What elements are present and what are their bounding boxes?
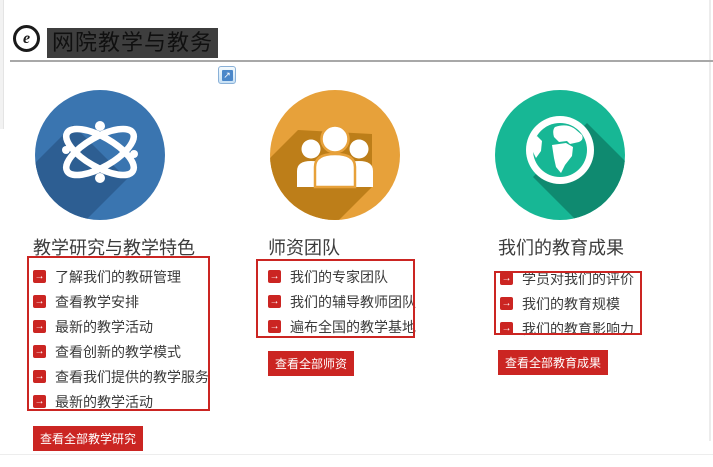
- external-link-arrow-icon: ↗: [221, 69, 233, 81]
- view-all-education-results-button[interactable]: 查看全部教育成果: [498, 350, 609, 375]
- list-item[interactable]: → 遍布全国的教学基地: [268, 314, 416, 339]
- team-icon: [270, 90, 400, 220]
- arrow-icon: →: [33, 370, 46, 383]
- list-item-label: 我们的教育规模: [522, 295, 620, 312]
- arrow-icon: →: [500, 297, 513, 310]
- view-all-teaching-research-button[interactable]: 查看全部教学研究: [33, 426, 144, 451]
- list-item-label: 查看创新的教学模式: [55, 343, 181, 360]
- list-item-label: 查看教学安排: [55, 293, 139, 310]
- list-item[interactable]: → 查看教学安排: [33, 289, 209, 314]
- arrow-icon: →: [33, 395, 46, 408]
- list-item-label: 最新的教学活动: [55, 393, 153, 410]
- header-divider: [10, 60, 713, 62]
- list-item-label: 我们的教育影响力: [522, 320, 634, 337]
- globe-icon: [495, 90, 625, 220]
- bottom-border-line: [0, 454, 713, 455]
- list-item-label: 我们的专家团队: [290, 268, 388, 285]
- list-item[interactable]: → 了解我们的教研管理: [33, 264, 209, 289]
- list-item[interactable]: → 我们的教育影响力: [500, 316, 634, 341]
- arrow-icon: →: [33, 270, 46, 283]
- list-item[interactable]: → 最新的教学活动: [33, 389, 209, 414]
- list-item[interactable]: → 我们的辅导教师团队: [268, 289, 416, 314]
- faculty-team-link-list: → 我们的专家团队 → 我们的辅导教师团队 → 遍布全国的教学基地: [268, 264, 416, 339]
- globe-glyph: [526, 116, 594, 184]
- left-scroll-strip: [0, 0, 4, 129]
- column-title-education-results: 我们的教育成果: [498, 238, 624, 258]
- arrow-icon: →: [33, 295, 46, 308]
- list-item[interactable]: → 最新的教学活动: [33, 314, 209, 339]
- e-logo-icon: e: [13, 25, 40, 52]
- page-title: 网院教学与教务: [47, 28, 219, 58]
- column-title-faculty-team: 师资团队: [268, 238, 340, 258]
- list-item-label: 我们的辅导教师团队: [290, 293, 416, 310]
- list-item[interactable]: → 我们的教育规模: [500, 291, 634, 316]
- list-item-label: 遍布全国的教学基地: [290, 318, 416, 335]
- list-item[interactable]: → 查看创新的教学模式: [33, 339, 209, 364]
- arrow-icon: →: [500, 322, 513, 335]
- external-link-icon[interactable]: ↗: [218, 66, 236, 84]
- arrow-icon: →: [500, 272, 513, 285]
- page: e 网院教学与教务 ↗ 教学研究与教学特色 师资团队 我们的教育成果 → 了解我…: [0, 0, 713, 467]
- column-title-teaching-research: 教学研究与教学特色: [33, 238, 195, 258]
- arrow-icon: →: [33, 320, 46, 333]
- list-item[interactable]: → 学员对我们的评价: [500, 266, 634, 291]
- view-all-faculty-button[interactable]: 查看全部师资: [268, 351, 355, 376]
- list-item-label: 学员对我们的评价: [522, 270, 634, 287]
- right-border-line: [709, 0, 711, 441]
- arrow-icon: →: [268, 270, 281, 283]
- list-item-label: 查看我们提供的教学服务: [55, 368, 209, 385]
- arrow-icon: →: [33, 345, 46, 358]
- education-results-link-list: → 学员对我们的评价 → 我们的教育规模 → 我们的教育影响力: [500, 266, 634, 341]
- list-item-label: 最新的教学活动: [55, 318, 153, 335]
- atom-icon: [35, 90, 165, 220]
- list-item-label: 了解我们的教研管理: [55, 268, 181, 285]
- arrow-icon: →: [268, 295, 281, 308]
- arrow-icon: →: [268, 320, 281, 333]
- list-item[interactable]: → 查看我们提供的教学服务: [33, 364, 209, 389]
- list-item[interactable]: → 我们的专家团队: [268, 264, 416, 289]
- teaching-research-link-list: → 了解我们的教研管理 → 查看教学安排 → 最新的教学活动 → 查看创新的教学…: [33, 264, 209, 414]
